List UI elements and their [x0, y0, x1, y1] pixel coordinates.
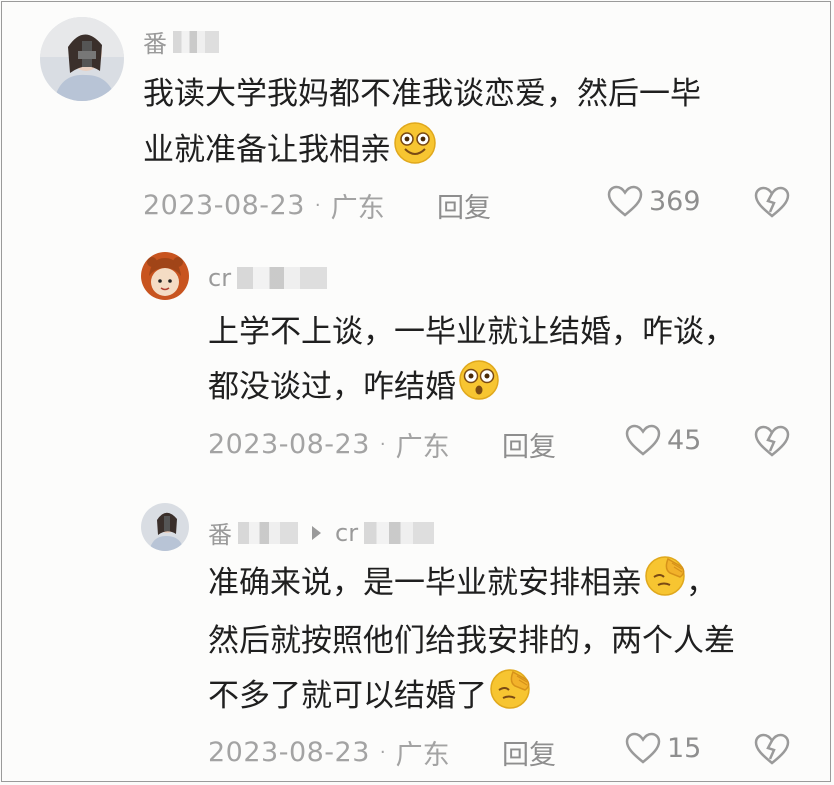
reply-button[interactable]: 回复	[437, 186, 491, 225]
avatar[interactable]	[40, 17, 124, 101]
reply-button[interactable]: 回复	[502, 425, 556, 464]
dislike-button[interactable]	[754, 733, 790, 769]
username[interactable]: 番	[143, 24, 219, 59]
facepalm-emoji-icon	[644, 555, 686, 614]
redacted-name	[238, 521, 298, 544]
smiling-face-emoji-icon	[393, 121, 437, 182]
avatar[interactable]	[141, 503, 189, 551]
reply-button[interactable]: 回复	[502, 733, 556, 772]
like-button[interactable]: 45	[625, 424, 701, 456]
like-button[interactable]: 15	[625, 732, 701, 764]
avatar-photo	[40, 17, 124, 101]
avatar-photo	[141, 503, 189, 551]
heart-icon	[607, 185, 643, 217]
avatar[interactable]	[141, 252, 189, 300]
like-count: 15	[667, 732, 702, 764]
broken-heart-icon	[754, 186, 790, 218]
reply-arrow-icon	[312, 525, 321, 540]
comment-text: 我读大学我妈都不准我谈恋爱，然后一毕 业就准备让我相亲	[143, 67, 701, 182]
redacted-name	[364, 521, 435, 544]
redacted-name	[237, 267, 328, 289]
comment-meta: 2023-08-23 · 广东	[143, 190, 385, 224]
username[interactable]: cr	[208, 264, 328, 292]
facepalm-emoji-icon	[489, 668, 531, 727]
username[interactable]: 番 cr	[208, 515, 435, 550]
like-count: 369	[649, 185, 701, 217]
comment-thread: 番 我读大学我妈都不准我谈恋爱，然后一毕 业就准备让我相亲 2023-08-23…	[1, 1, 831, 782]
like-button[interactable]: 369	[607, 185, 701, 217]
redacted-name	[173, 30, 219, 53]
broken-heart-icon	[754, 733, 790, 765]
like-count: 45	[667, 424, 702, 456]
dislike-button[interactable]	[754, 186, 790, 222]
comment-text: 准确来说，是一毕业就安排相亲 ， 然后就按照他们给我安排的，两个人差 不多了就可…	[208, 555, 735, 727]
flushed-face-emoji-icon	[458, 359, 500, 418]
broken-heart-icon	[754, 425, 790, 457]
avatar-cartoon	[141, 252, 189, 300]
heart-icon	[625, 732, 661, 764]
dislike-button[interactable]	[754, 425, 790, 461]
heart-icon	[625, 424, 661, 456]
comment-meta: 2023-08-23 · 广东	[208, 737, 450, 771]
comment-text: 上学不上谈，一毕业就让结婚，咋谈， 都没谈过，咋结婚	[208, 305, 735, 418]
comment-meta: 2023-08-23 · 广东	[208, 429, 450, 463]
